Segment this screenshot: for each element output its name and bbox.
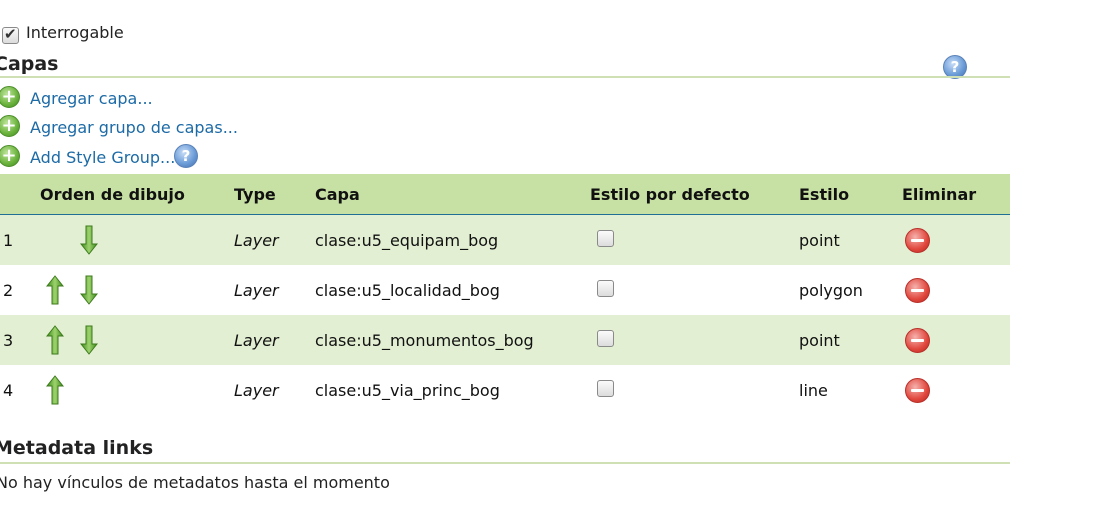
row-type: Layer [234,331,279,350]
row-type: Layer [234,231,279,250]
delete-icon[interactable] [905,328,930,353]
arrow-down-icon[interactable] [80,275,98,305]
add-layer-group-link[interactable]: Agregar grupo de capas... [30,118,238,137]
interrogable-checkbox[interactable] [2,25,19,44]
row-style-link[interactable]: polygon [799,281,863,300]
default-style-checkbox[interactable] [597,230,614,247]
metadata-divider [0,462,1010,464]
arrow-up-icon[interactable] [46,325,64,355]
default-style-checkbox[interactable] [597,380,614,397]
header-delete: Eliminar [902,185,977,204]
row-number: 3 [3,331,14,350]
arrow-down-icon[interactable] [80,325,98,355]
metadata-title: Metadata links [0,437,154,459]
row-style-link[interactable]: line [799,381,828,400]
header-layer: Capa [315,185,360,204]
add-circle-icon[interactable]: + [0,86,20,108]
header-default-style: Estilo por defecto [590,185,750,204]
row-number: 1 [3,231,14,250]
row-type: Layer [234,281,279,300]
capas-divider [0,76,1010,78]
capas-title: Capas [0,53,59,75]
row-style-link[interactable]: point [799,231,840,250]
metadata-empty-text: No hay vínculos de metadatos hasta el mo… [0,473,390,492]
interrogable-label: Interrogable [26,23,124,42]
row-layer: clase:u5_equipam_bog [315,231,499,250]
default-style-checkbox[interactable] [597,280,614,297]
row-style-link[interactable]: point [799,331,840,350]
add-layer-link[interactable]: Agregar capa... [30,89,153,108]
arrow-down-icon[interactable] [80,225,98,255]
help-icon[interactable]: ? [174,144,198,168]
table-row: 2 Layer clase:u5_localidad_bog polygon [0,265,1010,315]
delete-icon[interactable] [905,278,930,303]
default-style-checkbox[interactable] [597,330,614,347]
row-layer: clase:u5_localidad_bog [315,281,500,300]
table-row: 3 Layer clase:u5_monumentos_bog point [0,315,1010,365]
row-type: Layer [234,381,279,400]
row-number: 4 [3,381,14,400]
row-layer: clase:u5_monumentos_bog [315,331,534,350]
arrow-up-icon[interactable] [46,275,64,305]
header-style: Estilo [799,185,850,204]
add-style-group-link[interactable]: Add Style Group... [30,148,175,167]
header-order: Orden de dibujo [40,185,185,204]
add-circle-icon[interactable]: + [0,115,20,137]
row-number: 2 [3,281,14,300]
table-header: Orden de dibujo Type Capa Estilo por def… [0,174,1010,216]
arrow-up-icon[interactable] [46,375,64,405]
header-type: Type [234,185,276,204]
row-layer: clase:u5_via_princ_bog [315,381,500,400]
table-row: 1 Layer clase:u5_equipam_bog point [0,215,1010,265]
add-circle-icon[interactable]: + [0,145,20,167]
table-row: 4 Layer clase:u5_via_princ_bog line [0,365,1010,415]
delete-icon[interactable] [905,228,930,253]
delete-icon[interactable] [905,378,930,403]
